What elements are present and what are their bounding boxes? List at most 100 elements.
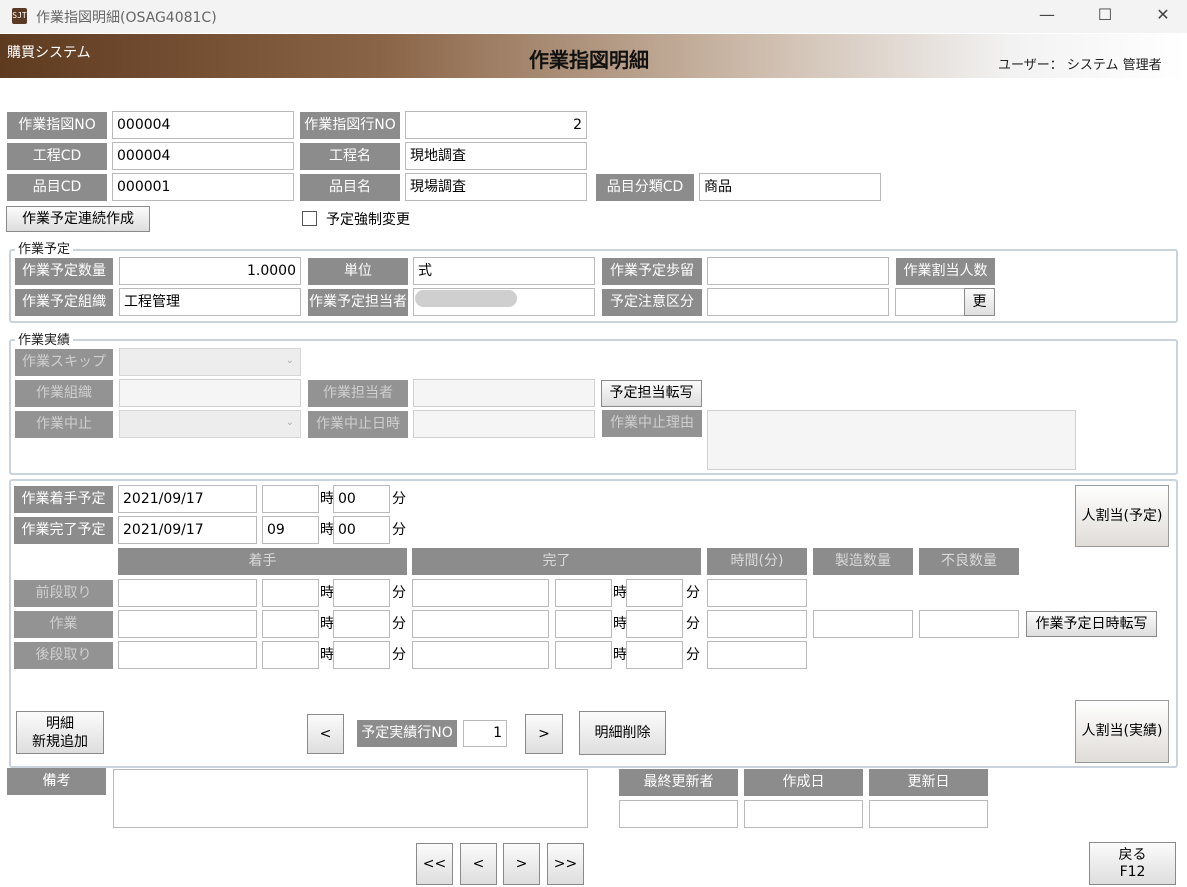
item-class-label: 品目分類CD [596, 174, 694, 201]
last-updater-field[interactable] [619, 800, 738, 828]
hour-unit: 時 [320, 491, 334, 507]
work-end-date[interactable] [412, 610, 549, 638]
prev-line-button[interactable]: < [307, 714, 344, 754]
copy-person-button[interactable]: 予定担当転写 [601, 380, 702, 407]
created-label: 作成日 [744, 769, 863, 796]
pre-end-date[interactable] [412, 579, 549, 607]
hour-unit: 時 [320, 647, 334, 663]
stop-reason-label: 作業中止理由 [602, 410, 702, 437]
item-name-field[interactable]: 現場調査 [405, 173, 587, 201]
work-start-min[interactable] [333, 610, 390, 638]
stop-label: 作業中止 [15, 411, 113, 438]
item-cd-label: 品目CD [7, 174, 107, 201]
note-textarea[interactable] [113, 769, 588, 828]
post-end-min[interactable] [626, 641, 683, 669]
start-date-field[interactable]: 2021/09/17 [118, 485, 257, 513]
start-hour-field[interactable] [262, 485, 319, 513]
next-line-button[interactable]: > [525, 714, 563, 754]
plan-org-label: 作業予定組織 [15, 289, 113, 316]
plan-person-label: 作業予定担当者 [308, 289, 408, 316]
order-no-field[interactable]: 000004 [112, 111, 294, 139]
end-hour-field[interactable]: 09 [262, 516, 319, 544]
last-updater-label: 最終更新者 [619, 769, 738, 796]
update-button[interactable]: 更 [964, 288, 995, 316]
start-min-field[interactable]: 00 [333, 485, 390, 513]
assign-actual-button[interactable]: 人割当(実績) [1075, 700, 1169, 763]
work-end-min[interactable] [626, 610, 683, 638]
actual-group-title: 作業実績 [15, 329, 74, 348]
plan-qty-label: 作業予定数量 [15, 258, 113, 285]
work-end-hour[interactable] [555, 610, 612, 638]
post-start-date[interactable] [118, 641, 257, 669]
process-cd-field[interactable]: 000004 [112, 142, 294, 170]
note-label: 備考 [7, 768, 106, 795]
post-end-hour[interactable] [555, 641, 612, 669]
actual-person-label: 作業担当者 [308, 380, 408, 407]
work-produced-field[interactable] [813, 610, 913, 638]
pre-start-min[interactable] [333, 579, 390, 607]
assign-count-label: 作業割当人数 [896, 258, 995, 285]
col-defect-header: 不良数量 [919, 548, 1019, 575]
app-icon: SJT [12, 8, 27, 24]
item-name-label: 品目名 [300, 174, 400, 201]
plan-qty-field[interactable]: 1.0000 [119, 257, 301, 285]
continuous-create-button[interactable]: 作業予定連続作成 [6, 206, 150, 232]
post-start-hour[interactable] [262, 641, 319, 669]
min-unit: 分 [392, 585, 406, 601]
delete-detail-button[interactable]: 明細削除 [579, 711, 666, 755]
plan-yield-field[interactable] [707, 257, 889, 285]
pre-start-hour[interactable] [262, 579, 319, 607]
new-detail-button[interactable]: 明細 新規追加 [16, 711, 104, 754]
minimize-button[interactable]: — [1018, 0, 1076, 32]
work-start-date[interactable] [118, 610, 257, 638]
work-start-hour[interactable] [262, 610, 319, 638]
nav-prev-button[interactable]: < [460, 843, 497, 885]
end-min-field[interactable]: 00 [333, 516, 390, 544]
row-label-work: 作業 [14, 611, 113, 638]
pre-time-field[interactable] [707, 579, 807, 607]
updated-field[interactable] [869, 800, 988, 828]
work-defect-field[interactable] [919, 610, 1019, 638]
pre-end-hour[interactable] [555, 579, 612, 607]
end-date-field[interactable]: 2021/09/17 [118, 516, 257, 544]
pre-end-min[interactable] [626, 579, 683, 607]
stop-reason-textarea[interactable] [707, 410, 1076, 470]
stop-select[interactable]: ⌄ [119, 410, 301, 438]
work-time-field[interactable] [707, 610, 807, 638]
col-start-header: 着手 [118, 548, 407, 575]
assign-plan-button[interactable]: 人割当(予定) [1075, 485, 1169, 547]
window-title: 作業指図明細(OSAG4081C) [36, 10, 217, 26]
copy-datetime-button[interactable]: 作業予定日時転写 [1026, 611, 1157, 637]
nav-last-button[interactable]: >> [547, 843, 584, 885]
pre-start-date[interactable] [118, 579, 257, 607]
actual-person-field[interactable] [413, 379, 595, 407]
process-name-label: 工程名 [300, 143, 400, 170]
line-no-field[interactable]: 1 [463, 720, 507, 747]
order-line-field[interactable]: 2 [405, 111, 587, 139]
min-unit: 分 [392, 647, 406, 663]
close-button[interactable]: ✕ [1134, 0, 1187, 32]
item-class-field[interactable]: 商品 [699, 173, 881, 201]
process-name-field[interactable]: 現地調査 [405, 142, 587, 170]
post-start-min[interactable] [333, 641, 390, 669]
maximize-button[interactable]: ☐ [1076, 0, 1134, 32]
skip-select[interactable]: ⌄ [119, 348, 301, 376]
caution-field[interactable] [707, 288, 889, 316]
nav-first-button[interactable]: << [416, 843, 453, 885]
hour-unit: 時 [613, 647, 627, 663]
nav-next-button[interactable]: > [503, 843, 540, 885]
col-time-header: 時間(分) [707, 548, 807, 575]
back-button[interactable]: 戻る F12 [1089, 842, 1176, 885]
force-change-checkbox[interactable] [302, 211, 317, 226]
created-field[interactable] [744, 800, 863, 828]
actual-org-field[interactable] [119, 379, 301, 407]
post-end-date[interactable] [412, 641, 549, 669]
unit-field[interactable]: 式 [413, 257, 595, 285]
post-time-field[interactable] [707, 641, 807, 669]
line-no-label: 予定実績行NO [357, 720, 457, 747]
assign-count-field[interactable] [895, 288, 965, 316]
plan-org-field[interactable]: 工程管理 [119, 288, 301, 316]
item-cd-field[interactable]: 000001 [112, 173, 294, 201]
plan-group-title: 作業予定 [15, 238, 74, 257]
stop-datetime-field[interactable] [413, 410, 595, 438]
